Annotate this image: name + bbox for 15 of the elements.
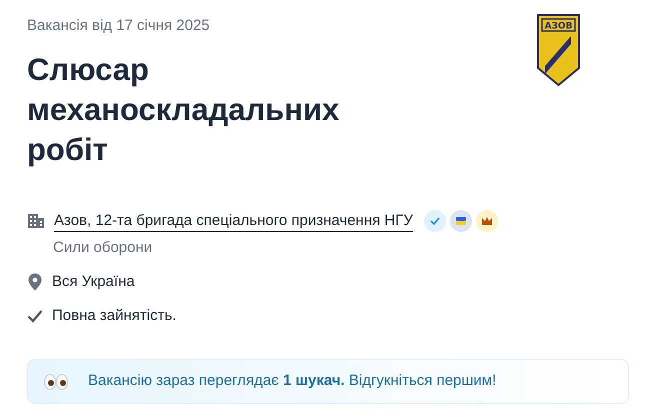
location-text: Вся Україна [52,272,135,292]
shield-logo-icon: АЗОВ [537,14,580,86]
crown-badge-icon [476,210,498,232]
company-category: Сили оборони [53,238,154,258]
job-title: Слюсар механоскладальних робіт [27,51,340,169]
employment-type: Повна зайнятість. [52,306,176,326]
company-link[interactable]: Азов, 12-та бригада спеціального призначення НГУ [54,210,413,232]
eyes-icon [44,374,68,390]
posting-date: Вакансія від 17 січня 2025 [27,16,210,36]
notice-text: Вакансію зараз переглядає 1 шукач. Відгукніться першим! [88,371,496,392]
location-pin-icon [27,273,43,291]
check-icon [27,309,43,323]
building-icon [27,213,45,229]
verified-badge-icon [424,210,446,232]
flag-badge-icon [450,210,472,232]
